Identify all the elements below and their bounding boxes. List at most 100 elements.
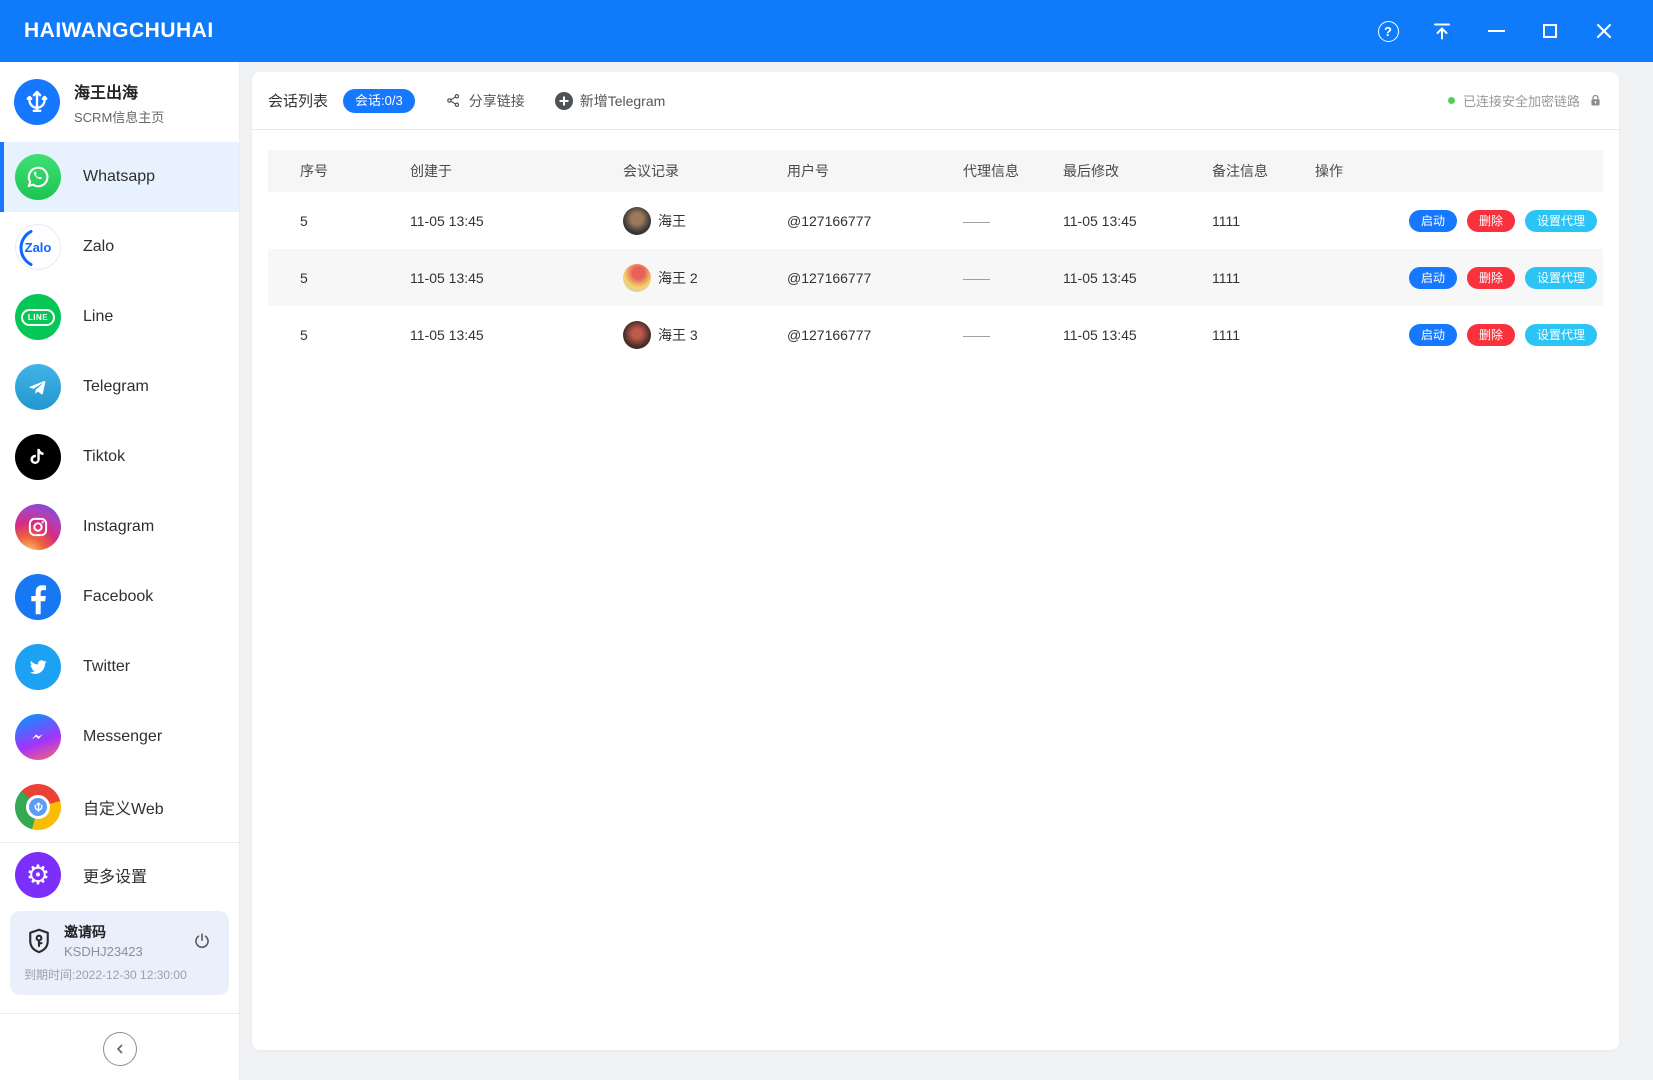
add-telegram-button[interactable]: 新增Telegram [555,91,666,111]
trident-logo-icon [14,79,60,125]
table-header-row: 序号 创建于 会议记录 用户号 代理信息 最后修改 备注信息 操作 [268,150,1603,192]
power-icon[interactable] [189,928,215,954]
close-icon[interactable] [1593,20,1615,42]
delete-button[interactable]: 删除 [1467,324,1515,346]
col-header-modified: 最后修改 [1063,161,1212,181]
sidebar-item-label: Line [83,308,113,326]
sidebar-item-custom-web[interactable]: 自定义Web [0,772,239,842]
share-link-label: 分享链接 [469,91,525,111]
cell-remark: 1111 [1212,327,1315,343]
sidebar-item-label: Zalo [83,238,114,256]
app-logo-block: 海王出海 SCRM信息主页 [0,62,239,142]
window-controls: ? [1377,20,1653,42]
invite-expiry: 到期时间:2022-12-30 12:30:00 [24,966,215,983]
sidebar-item-more-settings[interactable]: ⚙ 更多设置 [0,843,239,907]
col-header-user: 用户号 [787,161,963,181]
invite-code-value: KSDHJ23423 [64,944,179,959]
sidebar-item-zalo[interactable]: Zalo Zalo [0,212,239,282]
cell-no: 5 [300,270,410,286]
titlebar: HAIWANGCHUHAI ? [0,0,1653,62]
facebook-icon [15,574,61,620]
cell-user: @127166777 [787,327,963,343]
logo-subtitle: SCRM信息主页 [74,107,164,126]
col-header-proxy: 代理信息 [963,161,1063,181]
invite-code-label: 邀请码 [64,922,179,942]
share-icon [445,92,462,109]
lock-icon [1588,93,1603,108]
table-row: 5 11-05 13:45 海王 @127166777 —— 11-05 13:… [268,192,1603,249]
cell-proxy: —— [963,270,1063,286]
cell-user: @127166777 [787,213,963,229]
help-icon[interactable]: ? [1377,20,1399,42]
shield-key-icon [24,925,54,957]
minimize-icon[interactable] [1485,20,1507,42]
cell-created: 11-05 13:45 [410,327,623,343]
zalo-icon: Zalo [15,224,61,270]
status-dot [1448,97,1455,104]
app-title: HAIWANGCHUHAI [24,19,214,43]
col-header-actions: 操作 [1315,161,1603,181]
sidebar-item-tiktok[interactable]: Tiktok [0,422,239,492]
sidebar-item-twitter[interactable]: Twitter [0,632,239,702]
sidebar-item-label: Whatsapp [83,168,155,186]
cell-no: 5 [300,327,410,343]
sidebar-item-label: Instagram [83,518,154,536]
sidebar-item-line[interactable]: LINE Line [0,282,239,352]
set-proxy-button[interactable]: 设置代理 [1525,267,1597,289]
col-header-meeting: 会议记录 [623,161,787,181]
session-table: 序号 创建于 会议记录 用户号 代理信息 最后修改 备注信息 操作 5 11-0… [268,150,1603,363]
col-header-created: 创建于 [410,161,623,181]
logo-title: 海王出海 [74,79,164,103]
trident-mini-icon [26,795,50,819]
cell-no: 5 [300,213,410,229]
add-telegram-label: 新增Telegram [580,91,666,111]
sidebar-item-label: Facebook [83,588,153,606]
sidebar-item-label: 自定义Web [83,795,164,819]
set-proxy-button[interactable]: 设置代理 [1525,324,1597,346]
sidebar-divider [0,1013,239,1014]
sidebar: 海王出海 SCRM信息主页 Whatsapp Zalo Zalo LINE [0,62,240,1080]
start-button[interactable]: 启动 [1409,267,1457,289]
col-header-no: 序号 [300,161,410,181]
start-button[interactable]: 启动 [1409,324,1457,346]
cell-remark: 1111 [1212,270,1315,286]
maximize-icon[interactable] [1539,20,1561,42]
cell-modified: 11-05 13:45 [1063,327,1212,343]
pin-top-icon[interactable] [1431,20,1453,42]
tiktok-icon [15,434,61,480]
cell-name: 海王 [658,211,686,231]
table-row: 5 11-05 13:45 海王 3 @127166777 —— 11-05 1… [268,306,1603,363]
secure-status-text: 已连接安全加密链路 [1463,91,1580,110]
sidebar-item-label: 更多设置 [83,863,147,887]
sidebar-item-telegram[interactable]: Telegram [0,352,239,422]
panel-header: 会话列表 会话:0/3 分享链接 新增Telegram 已连接安全加密链路 [252,72,1619,130]
messenger-icon [15,714,61,760]
cell-modified: 11-05 13:45 [1063,213,1212,229]
cell-proxy: —— [963,213,1063,229]
invite-code-card: 邀请码 KSDHJ23423 到期时间:2022-12-30 12:30:00 [10,911,229,995]
twitter-icon [15,644,61,690]
sidebar-item-instagram[interactable]: Instagram [0,492,239,562]
cell-created: 11-05 13:45 [410,270,623,286]
start-button[interactable]: 启动 [1409,210,1457,232]
set-proxy-button[interactable]: 设置代理 [1525,210,1597,232]
share-link-button[interactable]: 分享链接 [445,91,525,111]
secure-link-status: 已连接安全加密链路 [1448,91,1603,110]
session-count-badge: 会话:0/3 [343,89,415,113]
avatar [623,321,651,349]
collapse-sidebar-button[interactable] [103,1032,137,1066]
cell-created: 11-05 13:45 [410,213,623,229]
cell-modified: 11-05 13:45 [1063,270,1212,286]
gear-icon: ⚙ [15,852,61,898]
delete-button[interactable]: 删除 [1467,267,1515,289]
sidebar-item-facebook[interactable]: Facebook [0,562,239,632]
instagram-icon [15,504,61,550]
sidebar-item-label: Tiktok [83,448,125,466]
cell-remark: 1111 [1212,213,1315,229]
session-panel: 会话列表 会话:0/3 分享链接 新增Telegram 已连接安全加密链路 序号 [252,72,1619,1050]
plus-icon [555,92,573,110]
col-header-remark: 备注信息 [1212,161,1315,181]
delete-button[interactable]: 删除 [1467,210,1515,232]
sidebar-item-messenger[interactable]: Messenger [0,702,239,772]
sidebar-item-whatsapp[interactable]: Whatsapp [0,142,239,212]
